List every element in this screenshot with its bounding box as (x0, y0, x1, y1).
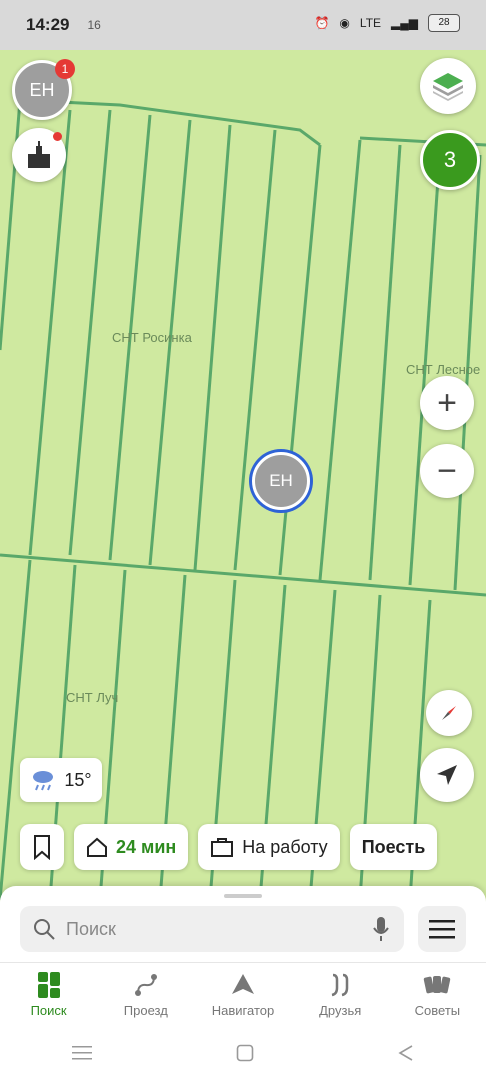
search-icon (34, 919, 55, 940)
zoom-in-button[interactable]: + (420, 376, 474, 430)
city-guide-dot (53, 132, 62, 141)
my-location-button[interactable] (420, 748, 474, 802)
profile-avatar-button[interactable]: ЕН 1 (12, 59, 75, 120)
notification-badge: 1 (55, 59, 75, 79)
network-label: LTE (359, 16, 382, 30)
friends-count: 3 (443, 147, 457, 172)
bookmark-icon (34, 835, 50, 860)
tab-navigator[interactable]: Навигатор (194, 963, 291, 1027)
home-route-chip[interactable]: 24 мин (74, 824, 189, 870)
location-icon: ◉ (339, 16, 350, 30)
city-guide-button[interactable] (12, 128, 66, 182)
battery-icon: 28 (428, 14, 460, 32)
tab-friends-label: Друзья (319, 1003, 362, 1018)
search-tab-icon (37, 971, 60, 999)
search-input[interactable]: Поиск (20, 906, 404, 952)
tab-search-label: Поиск (30, 1003, 67, 1018)
map-label-snt-rosinka: СНТ Росинка (112, 330, 192, 345)
eat-label: Поесть (361, 836, 426, 857)
signal-icon: ▂▄▆ (391, 16, 418, 30)
map-layers-button[interactable] (420, 58, 476, 114)
status-time: 14:29 (26, 15, 70, 34)
bookmarks-chip[interactable] (20, 824, 64, 870)
bottom-tab-bar: Поиск Проезд Навигатор Друзья Советы (0, 962, 486, 1027)
tab-tips[interactable]: Советы (389, 963, 486, 1027)
navigator-icon (230, 971, 256, 999)
map-label-snt-luch: СНТ Луч (66, 690, 119, 705)
home-icon (87, 837, 107, 857)
rain-cloud-icon (33, 771, 54, 791)
church-icon (28, 141, 50, 168)
tab-route-label: Проезд (123, 1003, 168, 1018)
status-icons: ⏰ ◉ LTE ▂▄▆ 28 (314, 14, 460, 32)
compass-button[interactable] (426, 690, 472, 736)
status-extra: 16 (87, 18, 101, 32)
hamburger-menu-icon (429, 920, 455, 939)
plus-icon: + (437, 383, 457, 422)
microphone-icon[interactable] (372, 916, 390, 942)
user-pin-initials: ЕН (269, 471, 293, 490)
menu-button[interactable] (418, 906, 466, 952)
minus-icon: − (437, 451, 457, 490)
tab-search[interactable]: Поиск (0, 963, 97, 1027)
tab-friends[interactable]: Друзья (292, 963, 389, 1027)
status-bar: 14:29 16 ⏰ ◉ LTE ▂▄▆ 28 (0, 0, 486, 50)
zoom-out-button[interactable]: − (420, 444, 474, 498)
home-route-time: 24 мин (116, 836, 177, 857)
user-location-marker[interactable]: ЕН (252, 452, 310, 510)
compass-icon (442, 706, 456, 720)
briefcase-icon (211, 838, 234, 857)
back-icon[interactable] (398, 1044, 414, 1062)
weather-temp: 15° (64, 769, 92, 790)
tab-route[interactable]: Проезд (97, 963, 194, 1027)
search-placeholder: Поиск (66, 918, 116, 939)
sheet-handle[interactable] (224, 894, 262, 898)
recent-apps-icon[interactable] (72, 1045, 92, 1061)
alarm-icon: ⏰ (314, 16, 330, 30)
friends-icon (327, 971, 353, 999)
avatar-initials: ЕН (29, 79, 55, 100)
tips-icon (423, 971, 451, 999)
layers-icon (433, 73, 463, 101)
work-route-label: На работу (242, 836, 328, 857)
tab-navigator-label: Навигатор (211, 1003, 275, 1018)
tab-tips-label: Советы (414, 1003, 461, 1018)
quick-chips: 24 мин На работу Поесть (20, 824, 438, 872)
friends-count-button[interactable]: 3 (420, 130, 480, 190)
system-nav-bar (0, 1026, 486, 1080)
home-nav-icon[interactable] (236, 1044, 254, 1062)
weather-widget[interactable]: 15° (20, 758, 102, 802)
work-route-chip[interactable]: На работу (198, 824, 340, 870)
route-icon (133, 971, 159, 999)
map-label-snt-lesnoe: СНТ Лесное (406, 362, 481, 377)
eat-chip[interactable]: Поесть (349, 824, 438, 870)
navigation-arrow-icon (437, 765, 457, 785)
